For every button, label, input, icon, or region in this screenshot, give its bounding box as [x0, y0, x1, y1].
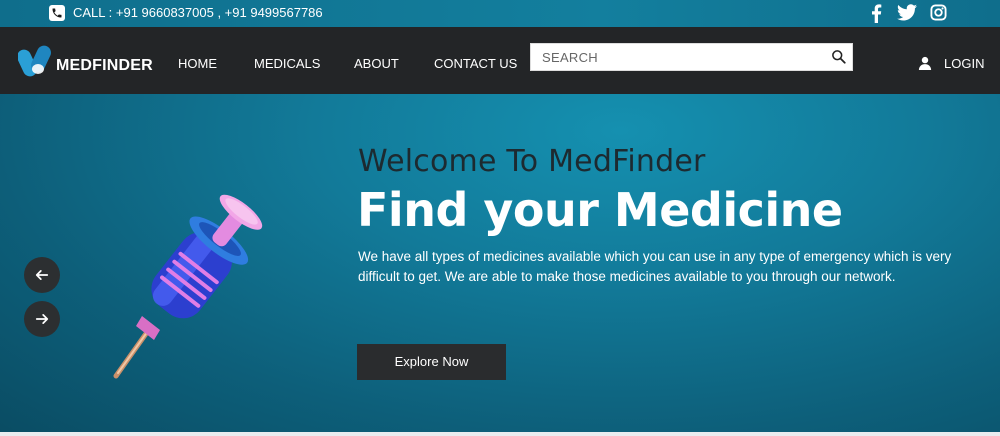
explore-now-button[interactable]: Explore Now — [357, 344, 506, 380]
hero-description: We have all types of medicines available… — [358, 249, 952, 284]
arrow-right-icon — [35, 314, 49, 324]
search-input[interactable] — [531, 44, 821, 70]
facebook-icon[interactable] — [870, 4, 882, 23]
nav-contact-us[interactable]: CONTACT US — [434, 56, 517, 71]
call-info: CALL : +91 9660837005 , +91 9499567786 — [73, 5, 323, 20]
search-icon[interactable] — [831, 49, 846, 64]
nav-home[interactable]: HOME — [178, 56, 217, 71]
login-link[interactable]: LOGIN — [944, 56, 984, 71]
nav-medicals[interactable]: MEDICALS — [254, 56, 320, 71]
phone-icon — [49, 5, 65, 21]
syringe-illustration — [113, 194, 263, 379]
navbar: MEDFINDER HOME MEDICALS ABOUT CONTACT US… — [0, 27, 1000, 94]
arrow-left-icon — [35, 270, 49, 280]
carousel-next-button[interactable] — [24, 301, 60, 337]
brand-name[interactable]: MEDFINDER — [56, 57, 153, 75]
hero-welcome: Welcome To MedFinder — [358, 144, 706, 179]
nav-about[interactable]: ABOUT — [354, 56, 399, 71]
user-icon[interactable] — [918, 56, 932, 70]
instagram-icon[interactable] — [930, 4, 947, 21]
carousel-prev-button[interactable] — [24, 257, 60, 293]
search-box — [530, 43, 853, 71]
logo-icon[interactable] — [18, 43, 54, 81]
hero-headline: Find your Medicine — [357, 183, 843, 237]
top-bar: CALL : +91 9660837005 , +91 9499567786 — [0, 0, 1000, 27]
bottom-divider — [0, 432, 1000, 436]
twitter-icon[interactable] — [897, 4, 917, 21]
